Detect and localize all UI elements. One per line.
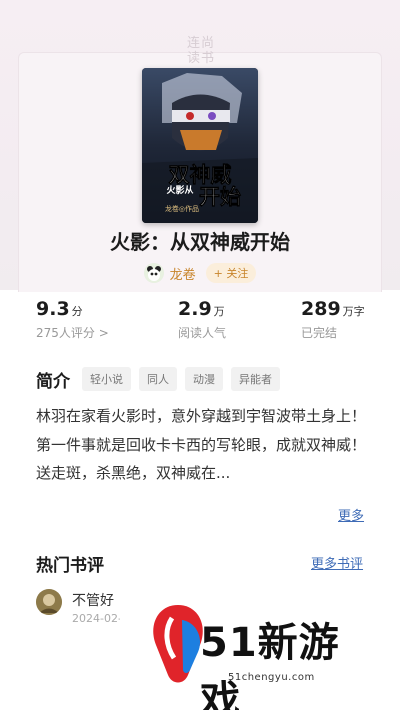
- stat-unit: 万字: [342, 305, 365, 318]
- stat-word-count: 289 万字 已完结: [301, 298, 365, 341]
- intro-more-link[interactable]: 更多: [338, 505, 364, 524]
- stat-unit: 分: [71, 305, 83, 318]
- stat-value: 289: [301, 298, 341, 320]
- ad-overlay[interactable]: 51新游戏 51chengyu.com: [120, 594, 380, 710]
- reviewer-name: 不管好: [72, 593, 114, 609]
- reviewer-avatar-icon: [36, 589, 62, 615]
- intro-text: 林羽在家看火影时，意外穿越到宇智波带土身上！第一件事就是回收卡卡西的写轮眼，成就…: [36, 407, 367, 483]
- genre-tag[interactable]: 同人: [139, 367, 177, 391]
- genre-tag[interactable]: 异能者: [231, 367, 280, 391]
- cover-small-text: 火影从: [166, 185, 193, 196]
- cover-art: 双神威 火影从 开始 龙卷◎作品: [142, 68, 258, 223]
- stat-value: 2.9: [178, 298, 212, 320]
- hero-section: 连尚读书 双神威 火影从 开始 龙卷◎作品 火影：从双神威开始 龙卷 + 关注: [0, 0, 400, 292]
- reviewer-avatar[interactable]: [36, 589, 62, 615]
- author-row: 龙卷 + 关注: [0, 262, 400, 284]
- ad-url-text: 51chengyu.com: [228, 672, 315, 683]
- watermark-text: 连尚读书: [186, 36, 215, 66]
- stats-row: 9.3 分 275人评分 > 2.9 万 阅读人气 289 万字 已完结: [36, 298, 376, 344]
- stat-popularity: 2.9 万 阅读人气: [178, 298, 226, 341]
- book-cover[interactable]: 双神威 火影从 开始 龙卷◎作品: [142, 68, 258, 223]
- follow-button[interactable]: + 关注: [205, 263, 257, 283]
- panda-avatar-icon: [143, 263, 164, 283]
- book-title: 火影：从双神威开始: [110, 230, 290, 254]
- more-reviews-link[interactable]: 更多书评: [311, 553, 363, 572]
- stat-unit: 万: [213, 305, 225, 318]
- hot-reviews-title: 热门书评: [36, 556, 104, 576]
- intro-title: 简介: [36, 371, 70, 392]
- cover-title-line1: 双神威: [169, 163, 232, 187]
- author-name[interactable]: 龙卷: [170, 264, 196, 283]
- stat-label: 275人评分 >: [36, 326, 109, 340]
- stat-label: 已完结: [301, 326, 338, 340]
- intro-header: 简介 轻小说 同人 动漫 异能者: [36, 367, 280, 392]
- ad-brand-text: 51新游戏: [200, 620, 340, 710]
- genre-tag[interactable]: 动漫: [185, 367, 223, 391]
- stat-rating[interactable]: 9.3 分 275人评分 >: [36, 298, 109, 341]
- cover-author-tag: 龙卷◎作品: [165, 204, 199, 213]
- stat-value: 9.3: [36, 298, 70, 320]
- author-avatar[interactable]: [143, 263, 164, 283]
- stat-label: 阅读人气: [178, 326, 227, 340]
- cover-title-line2: 开始: [199, 185, 241, 209]
- genre-tag[interactable]: 轻小说: [82, 367, 131, 391]
